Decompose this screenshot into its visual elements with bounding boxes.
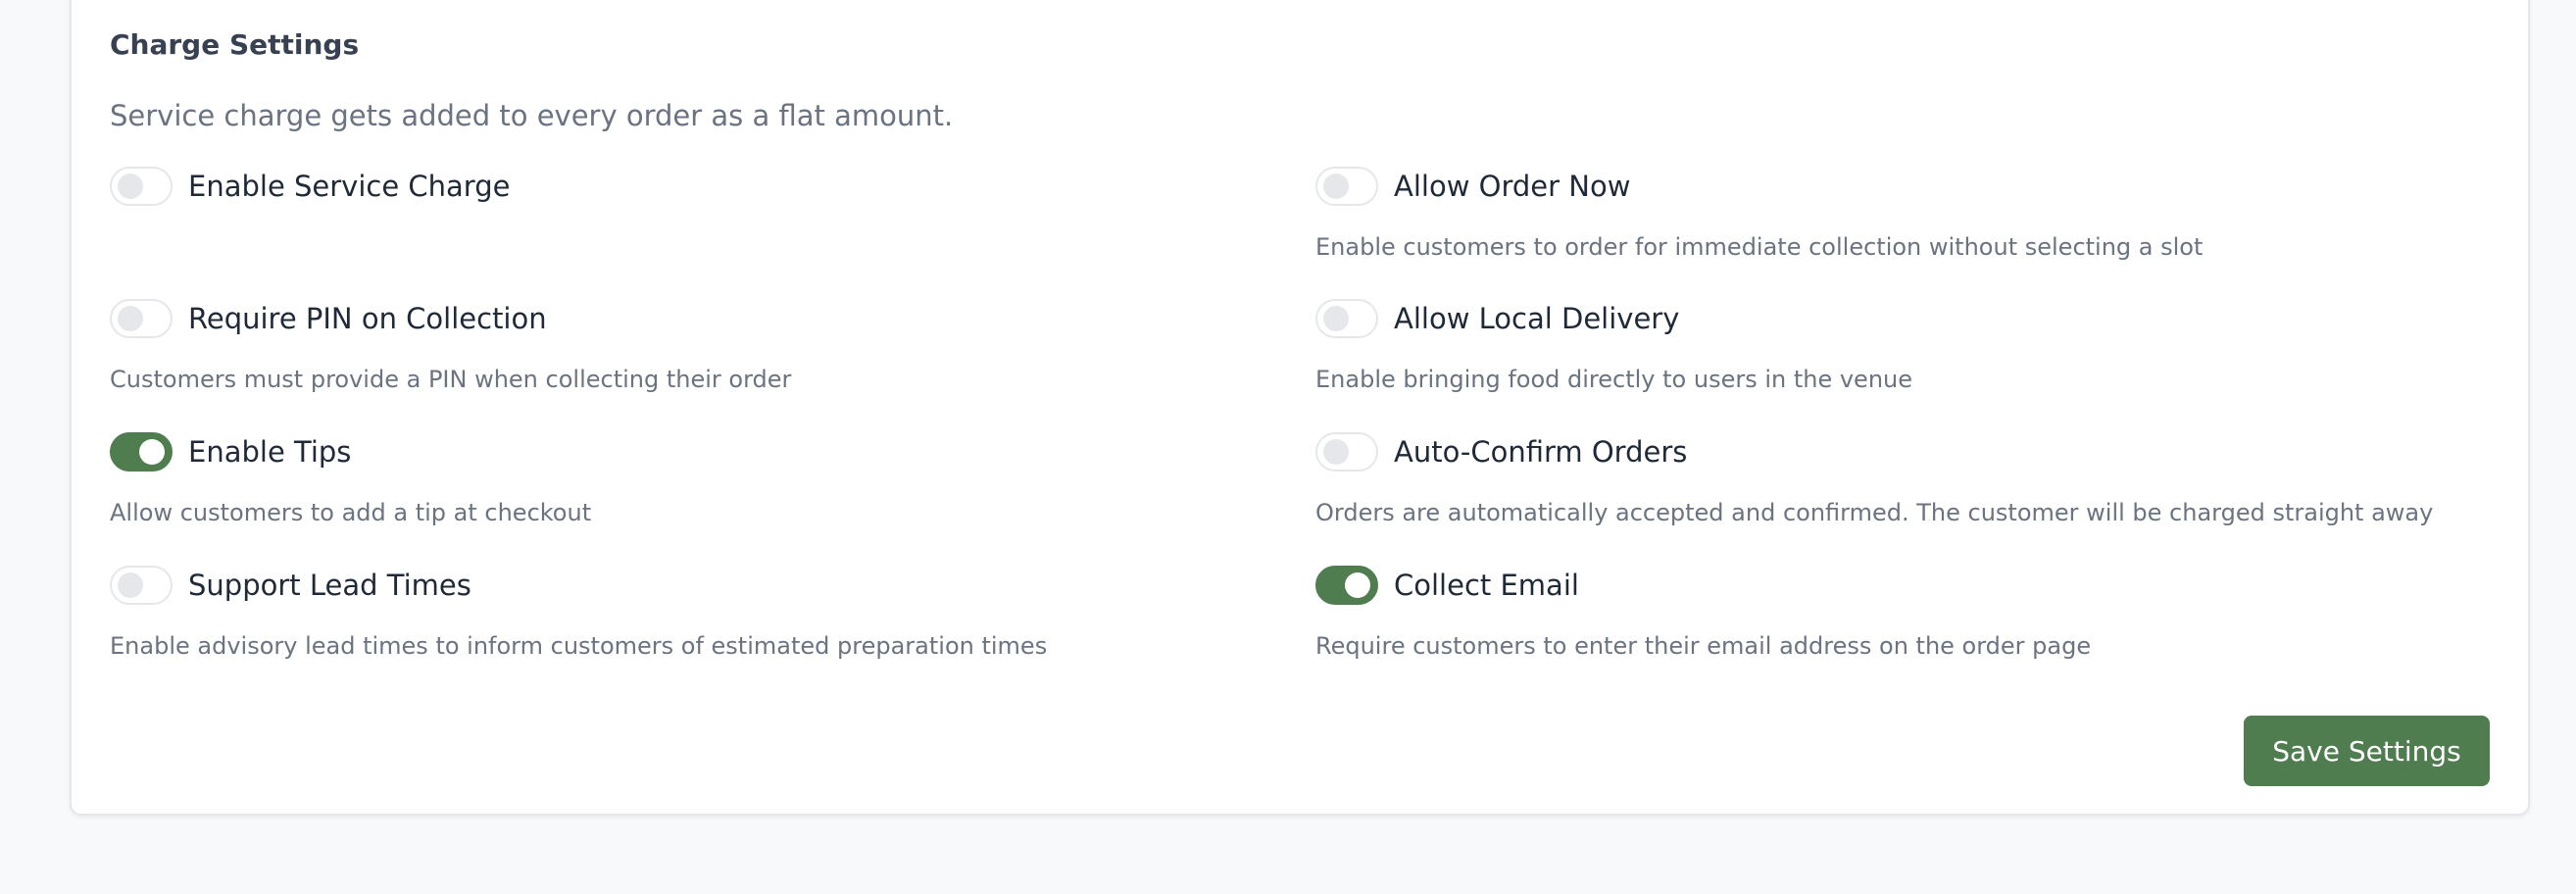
setting-label: Enable Service Charge <box>188 170 511 203</box>
setting-enable-tips: Enable Tips Allow customers to add a tip… <box>110 431 591 529</box>
setting-require-pin: Require PIN on Collection Customers must… <box>110 298 791 396</box>
setting-label: Support Lead Times <box>188 569 471 602</box>
toggle-knob <box>1323 306 1349 331</box>
setting-support-lead-times: Support Lead Times Enable advisory lead … <box>110 565 1047 663</box>
setting-description: Enable customers to order for immediate … <box>1315 233 2204 261</box>
setting-label: Require PIN on Collection <box>188 302 547 335</box>
enable-tips-toggle[interactable] <box>110 432 173 472</box>
setting-label: Collect Email <box>1394 569 1579 602</box>
section-title: Charge Settings <box>110 28 360 61</box>
collect-email-toggle[interactable] <box>1315 566 1378 605</box>
toggle-knob <box>118 174 143 199</box>
support-lead-times-toggle[interactable] <box>110 566 173 605</box>
setting-label: Enable Tips <box>188 435 352 469</box>
setting-label: Auto-Confirm Orders <box>1394 435 1688 469</box>
setting-enable-service-charge: Enable Service Charge <box>110 166 510 207</box>
setting-description: Customers must provide a PIN when collec… <box>110 366 792 393</box>
section-intro: Service charge gets added to every order… <box>110 99 954 132</box>
require-pin-toggle[interactable] <box>110 299 173 338</box>
setting-label: Allow Order Now <box>1394 170 1631 203</box>
toggle-knob <box>118 306 143 331</box>
toggle-knob <box>1323 174 1349 199</box>
setting-label: Allow Local Delivery <box>1394 302 1680 335</box>
allow-local-delivery-toggle[interactable] <box>1315 299 1378 338</box>
setting-allow-order-now: Allow Order Now Enable customers to orde… <box>1315 166 2203 264</box>
setting-description: Enable advisory lead times to inform cus… <box>110 632 1048 660</box>
allow-order-now-toggle[interactable] <box>1315 167 1378 206</box>
setting-description: Allow customers to add a tip at checkout <box>110 499 592 526</box>
setting-auto-confirm-orders: Auto-Confirm Orders Orders are automatic… <box>1315 431 2433 529</box>
toggle-knob <box>118 572 143 598</box>
setting-description: Enable bringing food directly to users i… <box>1315 366 1913 393</box>
toggle-knob <box>139 439 165 465</box>
auto-confirm-orders-toggle[interactable] <box>1315 432 1378 472</box>
setting-allow-local-delivery: Allow Local Delivery Enable bringing foo… <box>1315 298 1912 396</box>
toggle-knob <box>1323 439 1349 465</box>
save-settings-button[interactable]: Save Settings <box>2244 716 2490 786</box>
enable-service-charge-toggle[interactable] <box>110 167 173 206</box>
toggle-knob <box>1345 572 1370 598</box>
setting-description: Orders are automatically accepted and co… <box>1315 499 2434 526</box>
setting-collect-email: Collect Email Require customers to enter… <box>1315 565 2091 663</box>
setting-description: Require customers to enter their email a… <box>1315 632 2092 660</box>
